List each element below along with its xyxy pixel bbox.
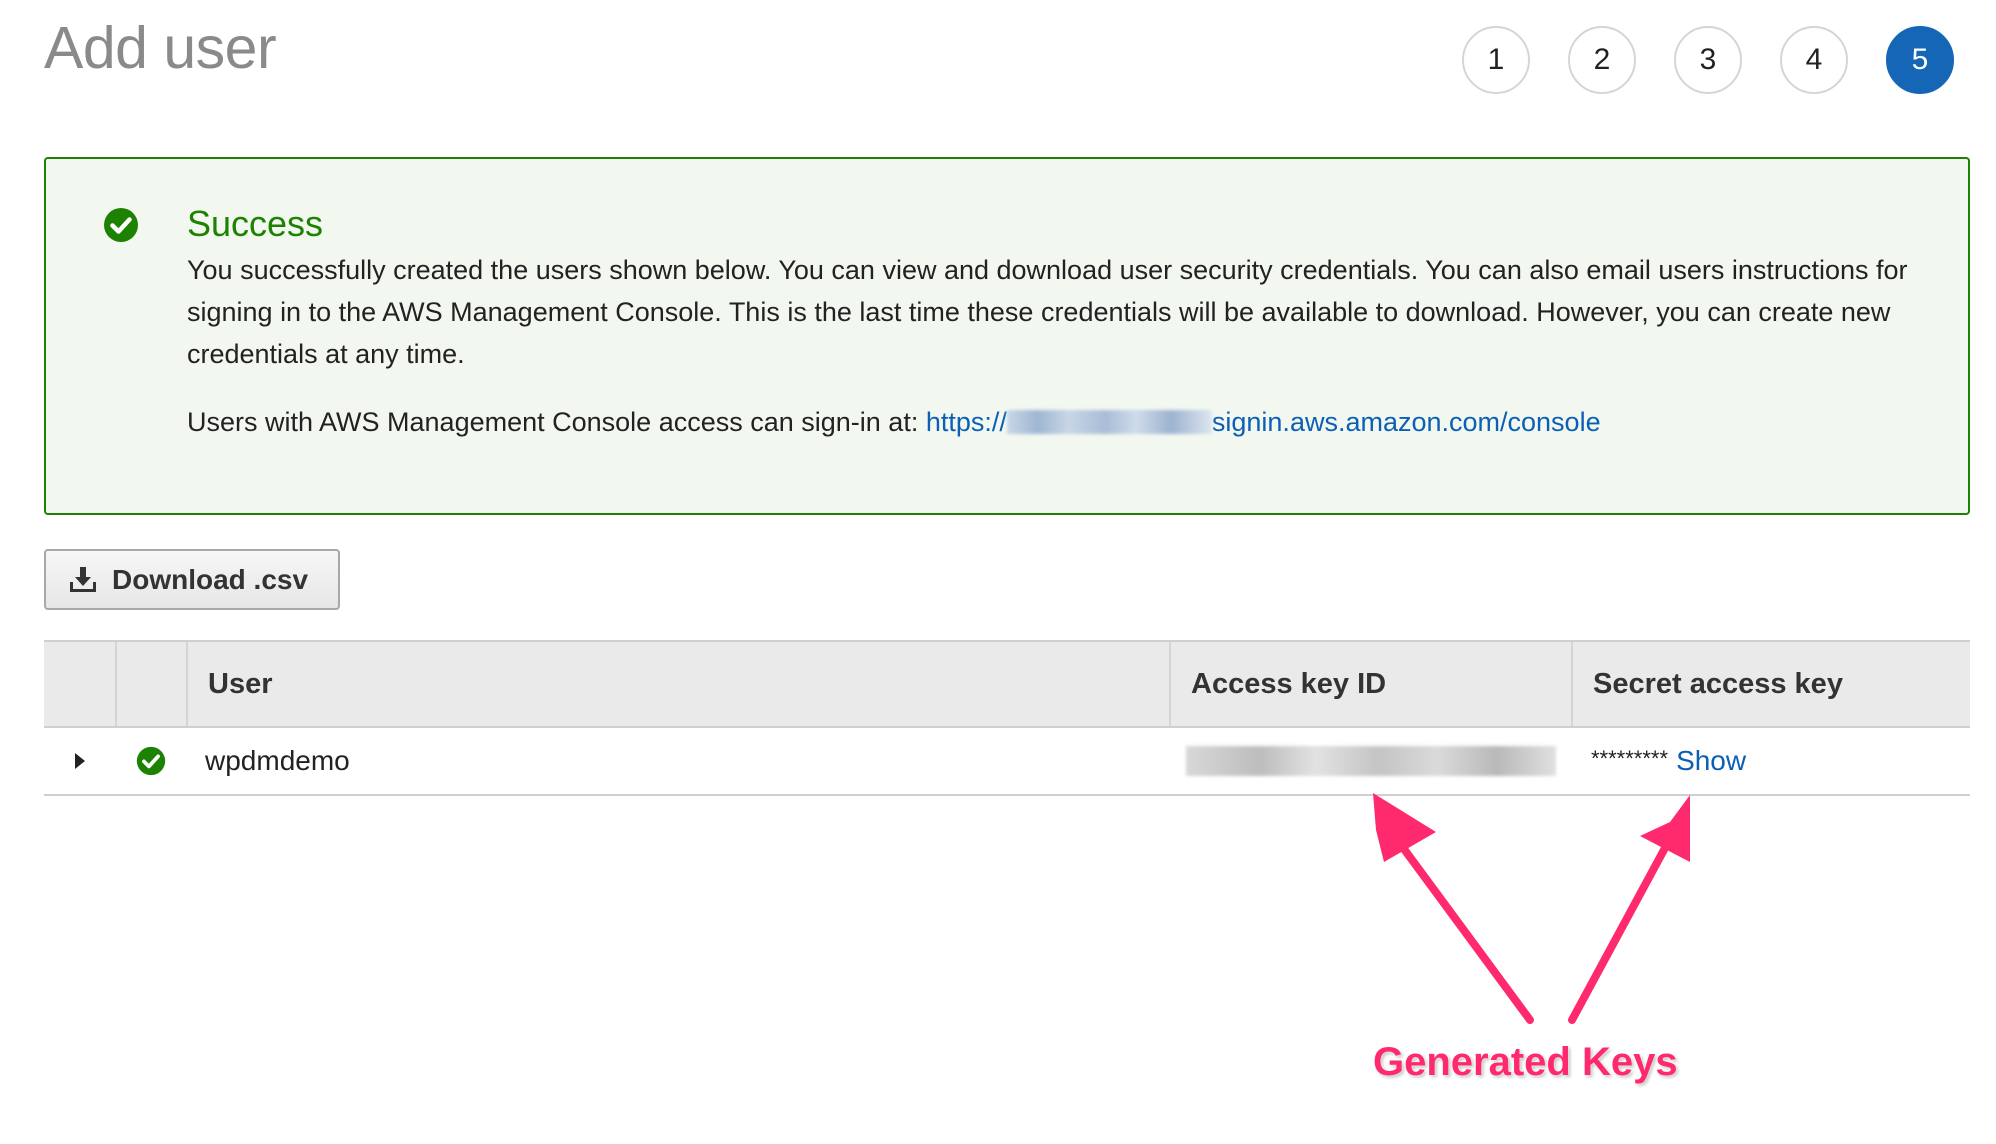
annotation-arrows: [1373, 793, 1690, 1024]
arrow-to-access-key: [1373, 793, 1534, 1024]
arrow-to-secret-key: [1568, 795, 1690, 1024]
annotation-label: Generated Keys: [1373, 1040, 1678, 1084]
